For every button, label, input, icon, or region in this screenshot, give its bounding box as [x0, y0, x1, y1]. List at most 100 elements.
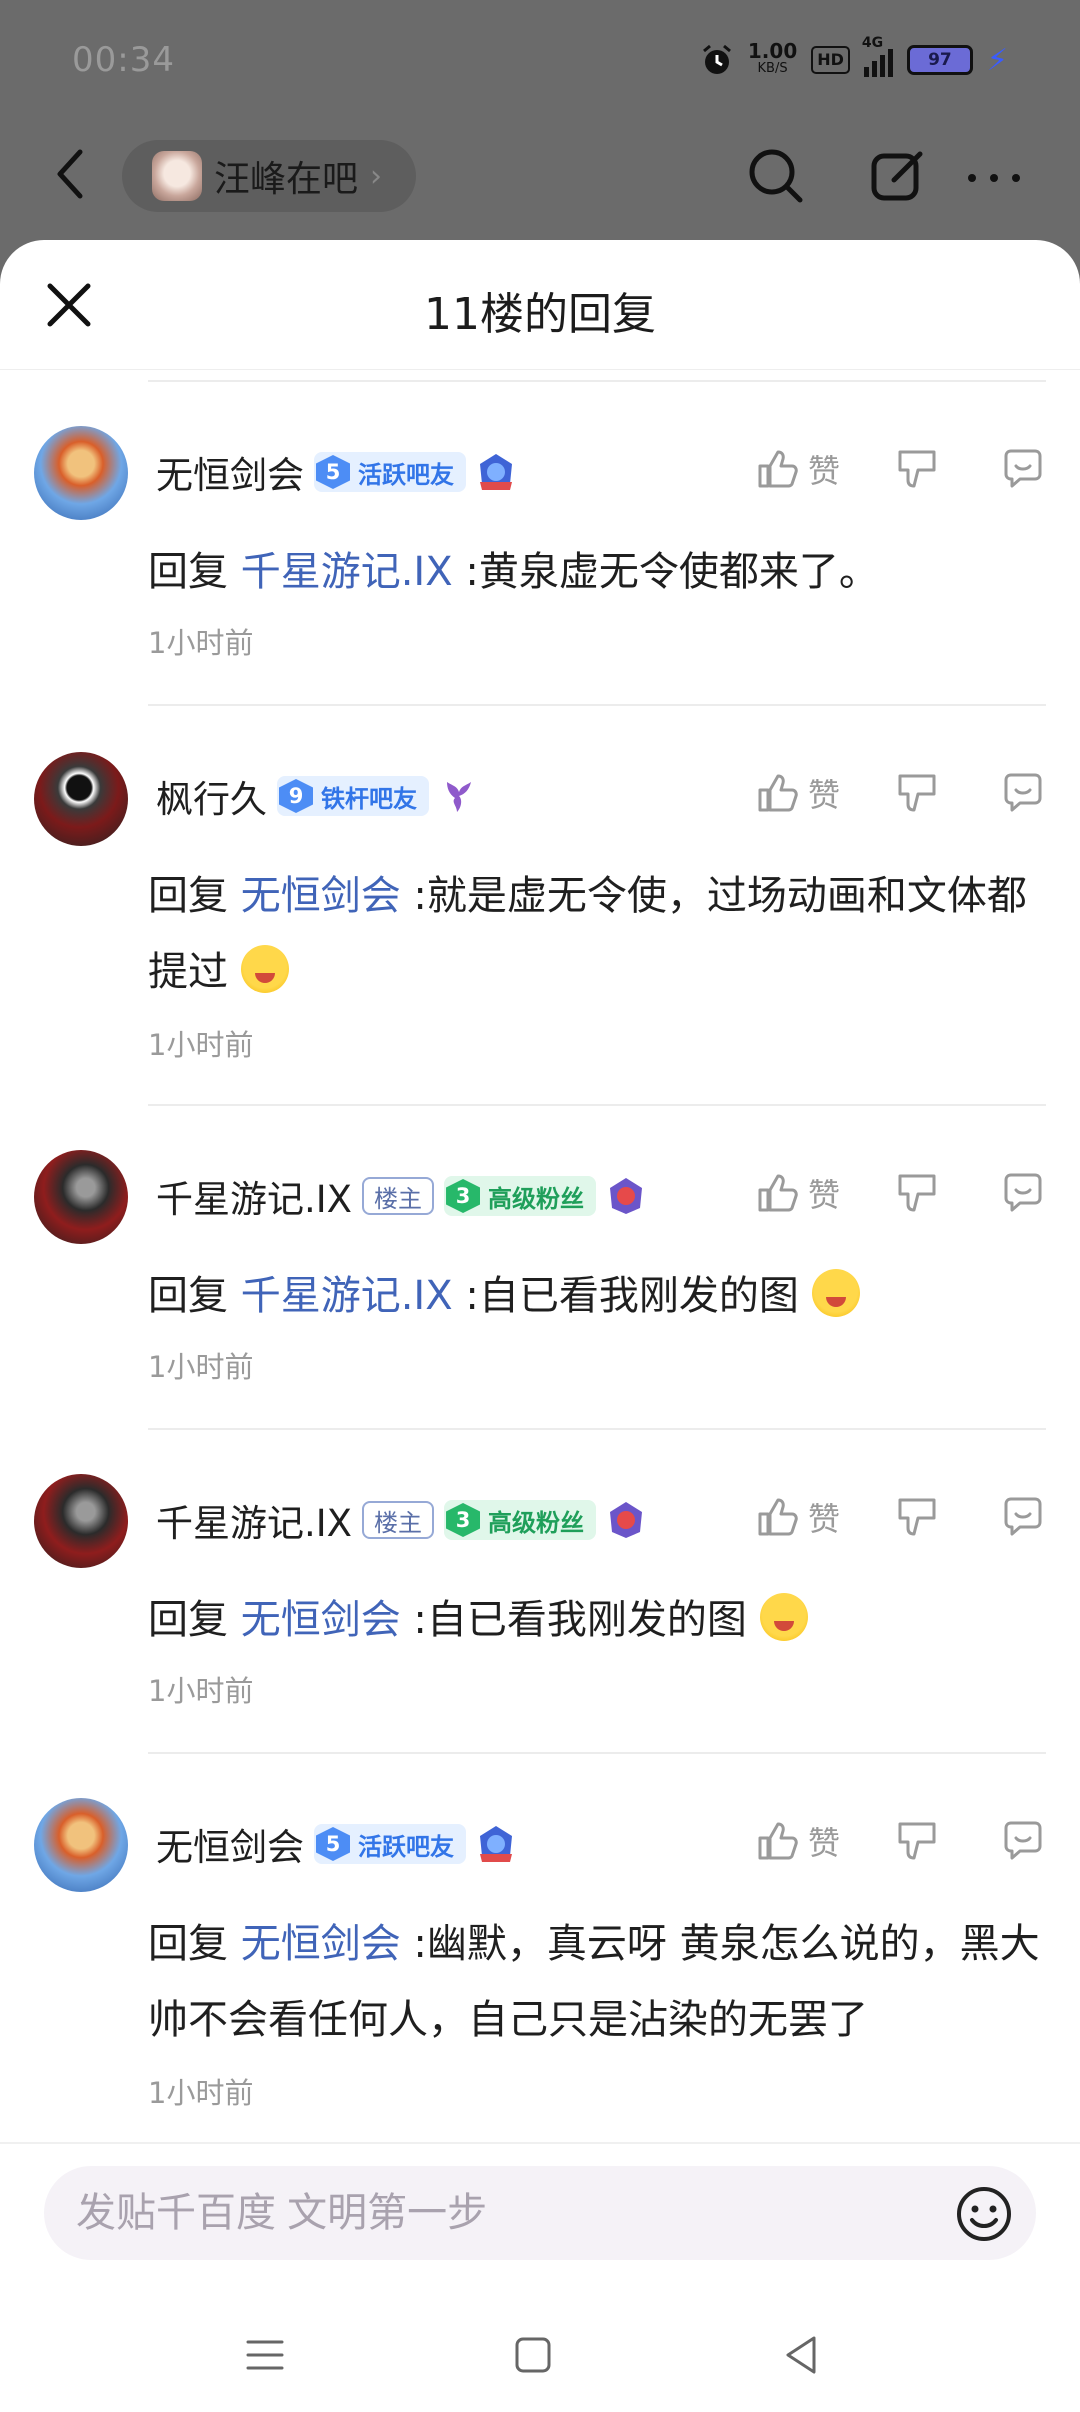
back-triangle-icon[interactable]: [776, 2330, 826, 2380]
reply-actions: 赞: [754, 1818, 1046, 1864]
thumbs-down-icon[interactable]: [894, 770, 940, 816]
emoji-icon[interactable]: [954, 2184, 1014, 2244]
yummy-emoji-icon: [759, 1593, 808, 1641]
net-speed: 1.00 KB/S: [747, 39, 798, 76]
battery-icon: 97: [906, 45, 973, 75]
level-badge: 3 高级粉丝: [444, 1176, 597, 1216]
thumbs-down-icon[interactable]: [894, 1818, 940, 1864]
reply-text: 回复 无恒剑会 :就是虚无令使，过场动画和文体都提过: [148, 873, 1027, 995]
username[interactable]: 千星游记.IX: [156, 1169, 352, 1223]
status-time: 00:34: [72, 40, 175, 80]
avatar[interactable]: [34, 1150, 128, 1244]
comment-input[interactable]: [76, 2166, 936, 2260]
forum-chip[interactable]: 汪峰在吧 ›: [122, 140, 417, 212]
username[interactable]: 枫行久: [156, 769, 267, 823]
forum-name: 汪峰在吧: [214, 159, 359, 200]
reply-actions: 赞: [754, 1494, 1046, 1540]
reply-actions: 赞: [754, 770, 1046, 816]
comment-icon[interactable]: [1000, 1170, 1046, 1216]
reply-header: 无恒剑会 5 活跃吧友: [156, 1814, 516, 1874]
avatar[interactable]: [34, 752, 128, 846]
divider: [148, 380, 1046, 382]
hd-badge: HD: [811, 46, 850, 74]
divider: [148, 1428, 1046, 1430]
reply-to-link[interactable]: 无恒剑会: [241, 873, 401, 919]
username[interactable]: 千星游记.IX: [156, 1493, 352, 1547]
comment-icon[interactable]: [1000, 770, 1046, 816]
level-badge: 3 高级粉丝: [444, 1500, 597, 1540]
reply-to-link[interactable]: 无恒剑会: [241, 1921, 401, 1967]
reply-text: 回复 千星游记.IX :黄泉虚无令使都来了。: [148, 549, 879, 595]
reply-to-link[interactable]: 千星游记.IX: [241, 1273, 453, 1319]
comment-icon[interactable]: [1000, 446, 1046, 492]
medal-icon: [610, 1502, 643, 1538]
reply-text: 回复 无恒剑会 :自已看我刚发的图: [148, 1582, 1050, 1658]
username[interactable]: 无恒剑会: [156, 445, 304, 499]
reply-actions: 赞: [754, 446, 1046, 492]
reply-time: 1小时前: [148, 1028, 254, 1062]
like-button[interactable]: 赞: [754, 1818, 840, 1864]
signal-icon: 4G: [862, 35, 893, 77]
like-button[interactable]: 赞: [754, 1494, 840, 1540]
sheet-title: 11楼的回复: [424, 289, 656, 340]
reply-to-link[interactable]: 无恒剑会: [241, 1597, 401, 1643]
reply-header: 枫行久 9 铁杆吧友: [156, 766, 479, 826]
owner-badge: 楼主: [362, 1501, 435, 1539]
smirk-emoji-icon: [240, 945, 289, 993]
comment-icon[interactable]: [1000, 1818, 1046, 1864]
medal-icon: [610, 1178, 643, 1214]
like-button[interactable]: 赞: [754, 770, 840, 816]
reply-header: 无恒剑会 5 活跃吧友: [156, 442, 516, 502]
thumbs-up-icon: [758, 1498, 798, 1536]
alarm-icon: [702, 44, 731, 74]
reply-header: 千星游记.IX 楼主 3 高级粉丝: [156, 1490, 646, 1550]
level-badge: 9 铁杆吧友: [277, 776, 429, 816]
username[interactable]: 无恒剑会: [156, 1817, 304, 1871]
forum-avatar: [152, 151, 202, 201]
back-arrow-icon[interactable]: [50, 146, 90, 202]
avatar[interactable]: [34, 1474, 128, 1568]
reply-time: 1小时前: [148, 1350, 254, 1384]
thumbs-up-icon: [758, 774, 798, 812]
search-icon[interactable]: [744, 144, 808, 208]
reply-time: 1小时前: [148, 2076, 254, 2110]
thumbs-down-icon[interactable]: [894, 1170, 940, 1216]
thumbs-up-icon: [758, 450, 798, 488]
app-bar: 汪峰在吧 ›: [0, 120, 1080, 230]
owner-badge: 楼主: [362, 1177, 435, 1215]
like-button[interactable]: 赞: [754, 1170, 840, 1216]
divider: [148, 1104, 1046, 1106]
avatar[interactable]: [34, 1798, 128, 1892]
reply-to-link[interactable]: 千星游记.IX: [241, 549, 453, 595]
medal-icon: [480, 1826, 512, 1862]
status-icons: 1.00 KB/S HD 4G 97 ⚡: [700, 35, 1008, 78]
reply-actions: 赞: [754, 1170, 1046, 1216]
edit-icon[interactable]: [866, 144, 930, 208]
comment-composer: [44, 2166, 1036, 2260]
thumbs-up-icon: [758, 1822, 798, 1860]
reply-text: 回复 千星游记.IX :自已看我刚发的图: [148, 1258, 1050, 1334]
thumbs-down-icon[interactable]: [894, 446, 940, 492]
like-button[interactable]: 赞: [754, 446, 840, 492]
yummy-emoji-icon: [811, 1269, 860, 1317]
sheet-header: 11楼的回复: [0, 240, 1080, 370]
medal-icon: [480, 454, 512, 490]
thumbs-down-icon[interactable]: [894, 1494, 940, 1540]
reply-header: 千星游记.IX 楼主 3 高级粉丝: [156, 1166, 646, 1226]
divider: [0, 2142, 1080, 2144]
avatar[interactable]: [34, 426, 128, 520]
level-badge: 5 活跃吧友: [314, 452, 466, 492]
system-nav-bar: [0, 2290, 1080, 2412]
more-icon[interactable]: [962, 144, 1026, 208]
chevron-right-icon: ›: [370, 158, 383, 194]
menu-icon[interactable]: [240, 2330, 290, 2380]
thumbs-up-icon: [758, 1174, 798, 1212]
divider: [148, 704, 1046, 706]
status-bar: 00:34 1.00 KB/S HD 4G 97 ⚡: [0, 0, 1080, 120]
reply-text: 回复 无恒剑会 :幽默，真云呀 黄泉怎么说的，黑大帅不会看任何人，自己只是沾染的…: [148, 1921, 1040, 2043]
home-icon[interactable]: [508, 2330, 558, 2380]
medal-icon: [447, 782, 471, 812]
reply-time: 1小时前: [148, 1674, 254, 1708]
charging-icon: ⚡: [986, 42, 1008, 78]
comment-icon[interactable]: [1000, 1494, 1046, 1540]
